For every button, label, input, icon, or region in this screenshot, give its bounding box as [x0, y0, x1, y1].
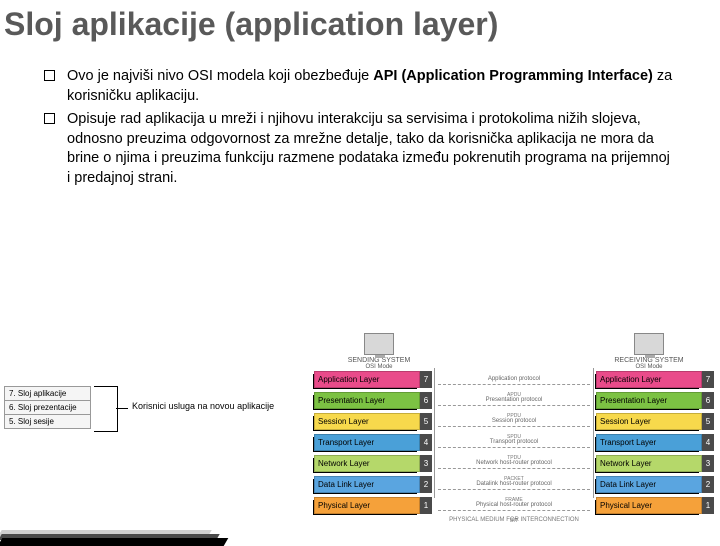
- osi-layer-left: Transport Layer: [314, 434, 420, 451]
- osi-protocol: Transport protocolTPDU: [432, 439, 596, 445]
- sending-system: SENDING SYSTEM OSI Mode: [314, 333, 444, 370]
- osi-layer-num: 2: [420, 476, 432, 493]
- layer-cell: 6. Sloj prezentacije: [5, 401, 91, 415]
- slide-title: Sloj aplikacije (application layer): [0, 0, 720, 43]
- osi-layer-right: Application Layer: [596, 371, 702, 388]
- osi-diagram: SENDING SYSTEM OSI Mode RECEIVING SYSTEM…: [314, 330, 714, 523]
- osi-layer-right: Presentation Layer: [596, 392, 702, 409]
- osi-middle-header: [444, 354, 584, 370]
- osi-protocol: Application protocolAPDU: [432, 376, 596, 382]
- osi-protocol: Session protocolSPDU: [432, 418, 596, 424]
- osi-layer-right: Physical Layer: [596, 497, 702, 514]
- osi-layer-right: Transport Layer: [596, 434, 702, 451]
- osi-layer-num: 5: [702, 413, 714, 430]
- osi-layer-num: 1: [702, 497, 714, 514]
- osi-layer-num: 7: [702, 371, 714, 388]
- vertical-line: [434, 368, 435, 498]
- decorative-wedge: [0, 530, 226, 546]
- monitor-icon: [634, 333, 664, 355]
- vertical-line: [593, 368, 594, 498]
- osi-row: Application Layer7Application protocolAP…: [314, 370, 714, 388]
- osi-pdu: BIT: [510, 518, 518, 524]
- osi-layer-left: Application Layer: [314, 371, 420, 388]
- lower-figures: 7. Sloj aplikacije 6. Sloj prezentacije …: [0, 330, 720, 540]
- osi-protocol: Physical host-router protocolBIT: [432, 502, 596, 508]
- osi-layers: Application Layer7Application protocolAP…: [314, 370, 714, 514]
- bullet-text: Opisuje rad aplikacija u mreži i njihovu…: [67, 110, 676, 188]
- osi-protocol: Network host-router protocolPACKET: [432, 460, 596, 466]
- osi-layer-num: 6: [420, 392, 432, 409]
- osi-layer-right: Data Link Layer: [596, 476, 702, 493]
- osi-layer-num: 2: [702, 476, 714, 493]
- osi-layer-right: Session Layer: [596, 413, 702, 430]
- bullet-item: Ovo je najviši nivo OSI modela koji obez…: [44, 67, 676, 106]
- bullet-list: Ovo je najviši nivo OSI modela koji obez…: [0, 43, 720, 188]
- osi-layer-left: Session Layer: [314, 413, 420, 430]
- osi-protocol: Datalink host-router protocolFRAME: [432, 481, 596, 487]
- osi-protocol: Presentation protocolPPDU: [432, 397, 596, 403]
- layer-cell: 7. Sloj aplikacije: [5, 387, 91, 401]
- osi-layer-num: 7: [420, 371, 432, 388]
- osi-layer-num: 3: [702, 455, 714, 472]
- monitor-icon: [364, 333, 394, 355]
- bullet-text: Ovo je najviši nivo OSI modela koji obez…: [67, 67, 676, 106]
- osi-layer-left: Network Layer: [314, 455, 420, 472]
- recv-system: RECEIVING SYSTEM OSI Mode: [584, 333, 714, 370]
- osi-layer-num: 6: [702, 392, 714, 409]
- osi-layer-num: 3: [420, 455, 432, 472]
- osi-layer-left: Presentation Layer: [314, 392, 420, 409]
- left-layer-table: 7. Sloj aplikacije 6. Sloj prezentacije …: [4, 386, 91, 429]
- bracket-icon: [94, 386, 118, 432]
- osi-layer-num: 4: [702, 434, 714, 451]
- layer-cell: 5. Sloj sesije: [5, 415, 91, 429]
- bullet-box-icon: [44, 70, 55, 81]
- osi-layer-num: 4: [420, 434, 432, 451]
- left-bracket-label: Korisnici usluga na novou aplikacije: [132, 401, 274, 411]
- bullet-item: Opisuje rad aplikacija u mreži i njihovu…: [44, 110, 676, 188]
- osi-layer-left: Data Link Layer: [314, 476, 420, 493]
- bullet-box-icon: [44, 113, 55, 124]
- osi-layer-num: 1: [420, 497, 432, 514]
- osi-layer-right: Network Layer: [596, 455, 702, 472]
- osi-layer-left: Physical Layer: [314, 497, 420, 514]
- osi-layer-num: 5: [420, 413, 432, 430]
